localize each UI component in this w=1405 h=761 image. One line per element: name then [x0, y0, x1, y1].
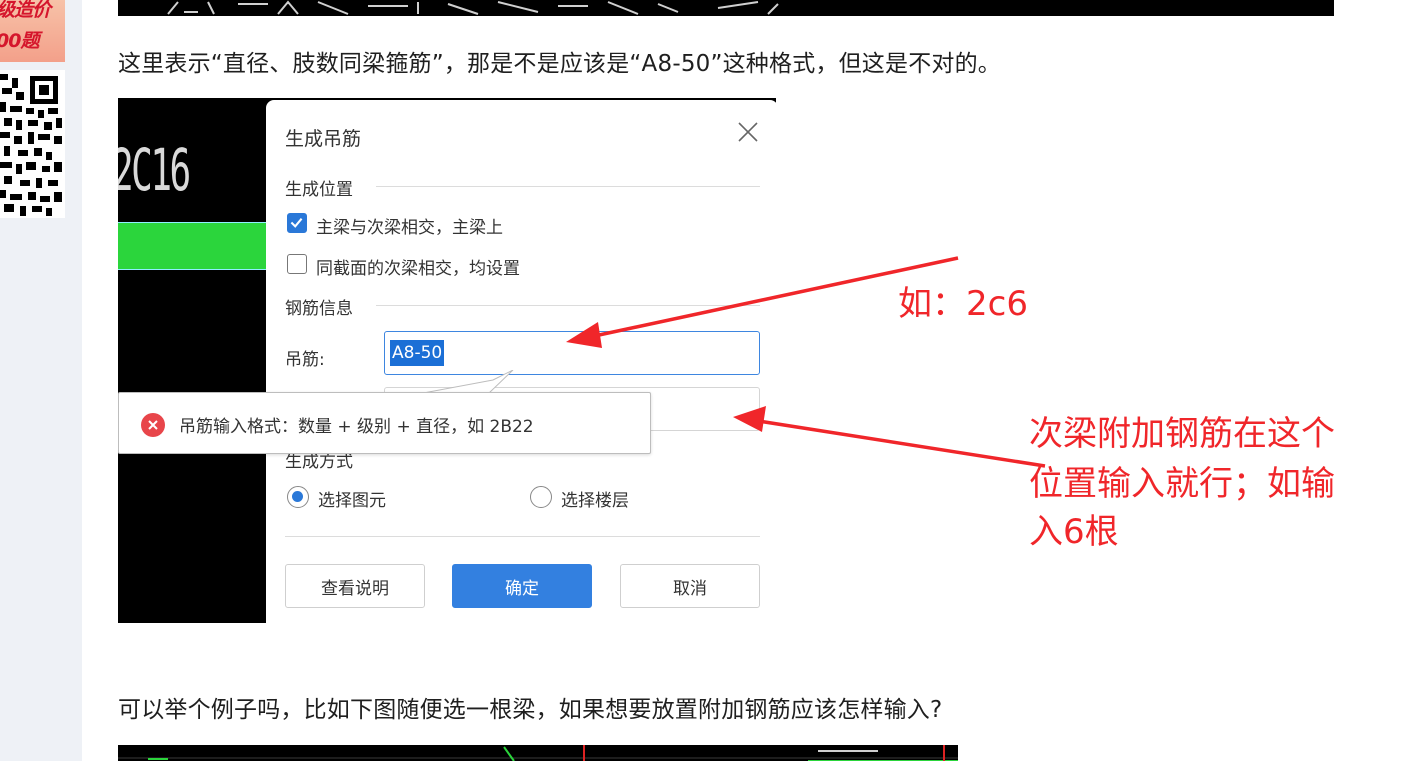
article-paragraph-2: 可以举个例子吗，比如下图随便选一根梁，如果想要放置附加钢筋应该怎样输入?	[118, 697, 943, 723]
cad-image-bottom	[118, 745, 958, 761]
hanger-label: 吊筋:	[285, 350, 325, 370]
section-position-label: 生成位置	[285, 180, 353, 200]
same-section-checkbox[interactable]	[287, 254, 307, 274]
main-beam-option-label: 主梁与次梁相交，主梁上	[316, 218, 503, 238]
close-icon[interactable]	[736, 120, 760, 144]
qr-code	[0, 70, 65, 218]
section-divider	[376, 305, 760, 306]
dialog-title: 生成吊筋	[285, 128, 362, 150]
error-tooltip-text: 吊筋输入格式：数量 + 级别 + 直径，如 2B22	[179, 417, 534, 437]
main-beam-checkbox[interactable]	[287, 213, 307, 233]
hanger-input-value: A8-50	[390, 340, 445, 366]
cad-dialog-screenshot: 2C16 生成吊筋 生成位置 主梁与次梁相交，主梁上 同截面的次梁相交，均设置 …	[118, 98, 776, 623]
error-icon	[141, 413, 165, 437]
section-divider	[376, 186, 760, 187]
tooltip-pointer	[418, 370, 514, 394]
cad-rebar-label: 2C16	[118, 136, 191, 204]
select-floor-label: 选择楼层	[561, 491, 629, 511]
hanger-input[interactable]: A8-50	[384, 331, 760, 375]
select-element-label: 选择图元	[318, 491, 386, 511]
error-tooltip: 吊筋输入格式：数量 + 级别 + 直径，如 2B22	[118, 392, 651, 454]
annotation-note-line-2: 位置输入就行；如输	[1029, 464, 1335, 504]
view-help-button[interactable]: 查看说明	[285, 564, 425, 608]
select-element-radio[interactable]	[287, 486, 309, 508]
cancel-button[interactable]: 取消	[620, 564, 760, 608]
annotation-note-line-3: 入6根	[1029, 512, 1119, 552]
article-paragraph-1: 这里表示“直径、肢数同梁箍筋”，那是不是应该是“A8-50”这种格式，但这是不对…	[118, 51, 1001, 77]
promo-banner[interactable]: 级造价 00题	[0, 0, 65, 62]
section-rebar-label: 钢筋信息	[285, 299, 353, 319]
annotation-note-line-1: 次梁附加钢筋在这个	[1029, 414, 1335, 454]
promo-line-2: 00题	[0, 30, 39, 52]
cad-image-top	[118, 0, 1334, 16]
left-sidebar: 级造价 00题	[0, 0, 82, 761]
promo-line-1: 级造价	[0, 0, 51, 21]
annotation-example: 如：2c6	[898, 284, 1028, 324]
footer-divider	[285, 536, 760, 537]
ok-button[interactable]: 确定	[452, 564, 592, 608]
cad-beam	[118, 222, 268, 270]
select-floor-radio[interactable]	[530, 486, 552, 508]
same-section-option-label: 同截面的次梁相交，均设置	[316, 259, 520, 279]
arrow-to-secondary-input	[733, 406, 1046, 468]
generate-hanger-dialog: 生成吊筋 生成位置 主梁与次梁相交，主梁上 同截面的次梁相交，均设置 钢筋信息 …	[266, 100, 776, 623]
check-icon	[290, 218, 303, 228]
